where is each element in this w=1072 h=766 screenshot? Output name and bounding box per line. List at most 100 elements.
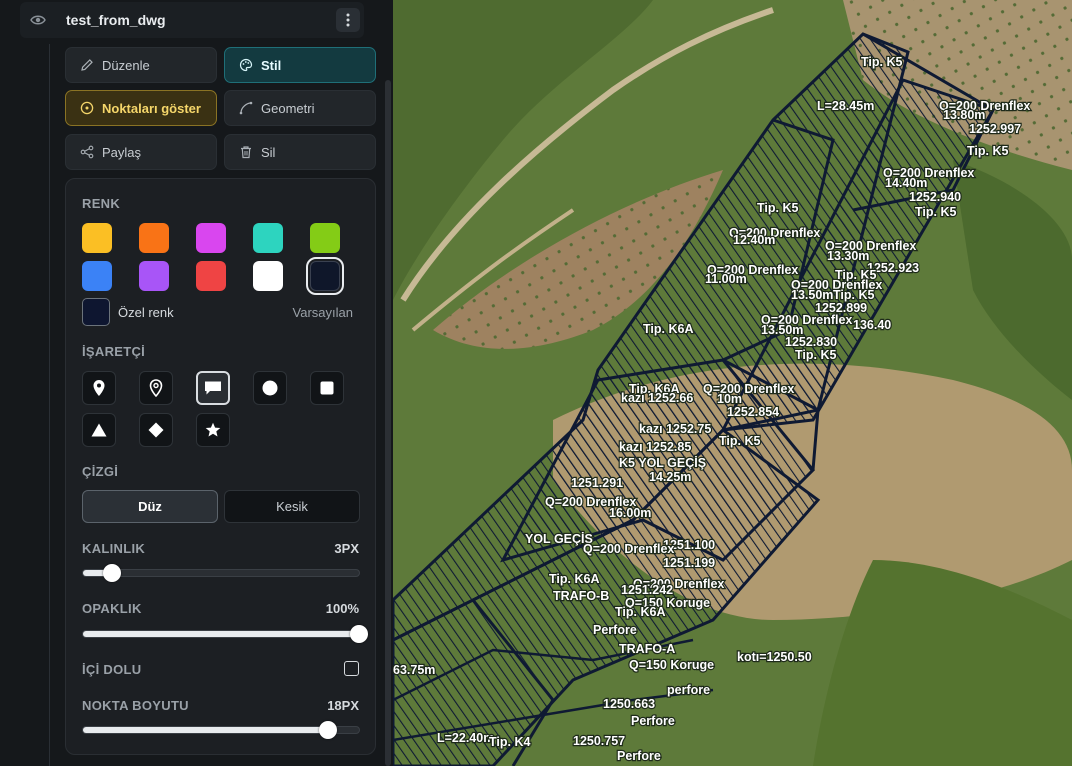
map-label: K5 YOL GEÇİŞ <box>619 455 706 470</box>
map-label: 1251.199 <box>663 556 715 570</box>
map-label: Tip. K6A <box>615 605 665 619</box>
thickness-value: 3PX <box>334 541 359 556</box>
map-pin-filled-icon <box>93 380 105 396</box>
marker-triangle[interactable] <box>82 413 116 447</box>
color-swatch[interactable] <box>139 261 169 291</box>
color-swatch[interactable] <box>253 223 283 253</box>
map-label: kazı 1252.85 <box>619 440 691 454</box>
panel-scrollbar[interactable] <box>385 80 391 766</box>
map-label: Tip. K5 <box>967 144 1008 158</box>
marker-speech-bubble[interactable] <box>196 371 230 405</box>
custom-color-picker[interactable] <box>82 298 110 326</box>
default-color-link[interactable]: Varsayılan <box>293 305 353 320</box>
edit-button[interactable]: Düzenle <box>65 47 217 83</box>
line-dashed-option[interactable]: Kesik <box>224 490 360 523</box>
eye-icon[interactable] <box>20 14 56 26</box>
map-label: 1251.242 <box>621 583 673 597</box>
point-size-label: NOKTA BOYUTU <box>82 698 189 713</box>
circle-icon <box>262 380 278 396</box>
marker-section-label: İŞARETÇİ <box>82 344 146 359</box>
opacity-slider[interactable] <box>82 625 368 643</box>
curve-path-icon <box>239 101 253 115</box>
map-label: 11.00m <box>705 272 747 286</box>
map-label: 1252.854 <box>727 405 779 419</box>
palette-icon <box>239 58 253 72</box>
marker-star[interactable] <box>196 413 230 447</box>
color-section-label: RENK <box>82 196 121 211</box>
map-label: 1252.997 <box>969 122 1021 136</box>
layer-header: test_from_dwg <box>20 2 364 38</box>
show-points-button[interactable]: Noktaları göster <box>65 90 217 126</box>
marker-square[interactable] <box>310 371 344 405</box>
thickness-label: KALINLIK <box>82 541 146 556</box>
map-label: 1250.757 <box>573 734 625 748</box>
color-swatch[interactable] <box>139 223 169 253</box>
map-label: 12.40m <box>733 233 775 247</box>
map-label: Tip. K5 <box>861 55 902 69</box>
map-label: 136.40 <box>853 318 891 332</box>
point-size-slider-thumb[interactable] <box>319 721 338 739</box>
color-swatch[interactable] <box>310 223 340 253</box>
map-label: L=22.40m <box>437 731 494 745</box>
delete-button-label: Sil <box>261 144 276 160</box>
app-root: test_from_dwg Düzenle Stil Noktaları gös… <box>0 0 1072 766</box>
map-label: perfore <box>667 683 710 697</box>
style-button[interactable]: Stil <box>224 47 376 83</box>
thickness-slider[interactable] <box>82 564 360 582</box>
diamond-icon <box>148 422 164 438</box>
map-label: Tip. K5 <box>915 205 956 219</box>
marker-map-pin-outline[interactable] <box>139 371 173 405</box>
map-view[interactable]: Tip. K5 L=28.45m Q=200 Drenflex 13.80m 1252.… <box>393 0 1072 766</box>
color-swatch[interactable] <box>82 223 112 253</box>
map-label: Tip. K5 <box>833 288 874 302</box>
delete-button[interactable]: Sil <box>224 134 376 170</box>
map-label: Tip. K5 <box>795 348 836 362</box>
map-label: 1250.663 <box>603 697 655 711</box>
map-label: TRAFO-A <box>619 642 675 656</box>
line-section-label: ÇİZGİ <box>82 464 119 479</box>
map-label: Perfore <box>617 749 661 763</box>
pencil-icon <box>81 59 93 71</box>
satellite-map-canvas[interactable]: Tip. K5L=28.45m Q=200 Drenflex13.80m1252.… <box>393 0 1072 766</box>
map-label: Q=150 Koruge <box>629 658 714 672</box>
trash-icon <box>241 146 251 159</box>
layer-style-panel: test_from_dwg Düzenle Stil Noktaları gös… <box>0 0 393 766</box>
custom-color-label: Özel renk <box>118 305 174 320</box>
map-label: Tip. K6A <box>643 322 693 336</box>
color-swatch[interactable] <box>196 261 226 291</box>
marker-map-pin-filled[interactable] <box>82 371 116 405</box>
color-swatch[interactable] <box>306 257 344 295</box>
thickness-slider-thumb[interactable] <box>103 564 122 582</box>
point-size-value: 18PX <box>327 698 359 713</box>
map-label: kazı 1252.66 <box>621 391 693 405</box>
opacity-slider-fill <box>83 631 359 637</box>
map-label: 13.80m <box>943 108 985 122</box>
opacity-slider-thumb[interactable] <box>350 625 368 643</box>
map-label: 1252.940 <box>909 190 961 204</box>
map-label: Tip. K5 <box>757 201 798 215</box>
marker-diamond[interactable] <box>139 413 173 447</box>
map-label: Tip. K4 <box>489 735 530 749</box>
map-label: Tip. K5 <box>719 434 760 448</box>
share-button[interactable]: Paylaş <box>65 134 217 170</box>
map-label: L=28.45m <box>817 99 874 113</box>
map-label: Perfore <box>593 623 637 637</box>
tree-indent-line <box>49 44 50 766</box>
map-label: 14.25m <box>649 470 691 484</box>
marker-circle[interactable] <box>253 371 287 405</box>
geometry-button[interactable]: Geometri <box>224 90 376 126</box>
map-pin-outline-icon <box>149 379 163 397</box>
color-swatch[interactable] <box>82 261 112 291</box>
map-label: 10m <box>717 392 742 406</box>
map-label: kazı 1252.75 <box>639 422 711 436</box>
fill-checkbox[interactable] <box>344 661 359 676</box>
layer-title: test_from_dwg <box>66 12 166 28</box>
point-size-slider[interactable] <box>82 721 360 739</box>
map-label: 63.75m <box>393 663 435 677</box>
color-swatch[interactable] <box>196 223 226 253</box>
color-swatch[interactable] <box>253 261 283 291</box>
line-solid-option[interactable]: Düz <box>82 490 218 523</box>
map-label: 13.30m <box>827 249 869 263</box>
kebab-menu-icon[interactable] <box>336 8 360 32</box>
share-button-label: Paylaş <box>102 144 142 160</box>
